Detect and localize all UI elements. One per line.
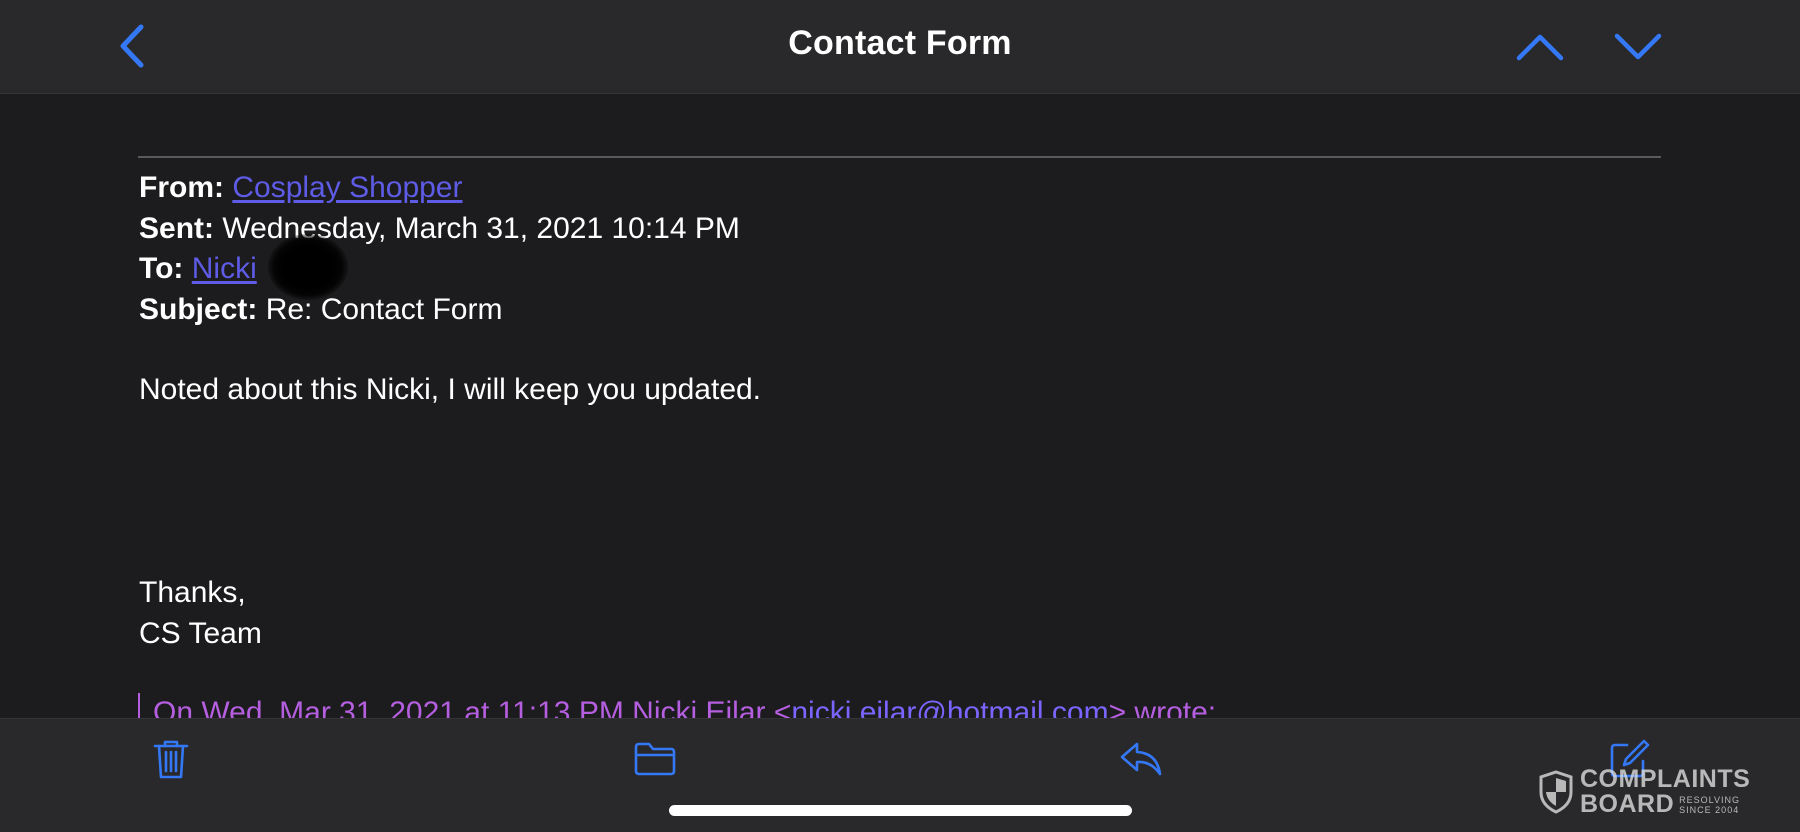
shield-icon: [1539, 770, 1573, 814]
previous-message-button[interactable]: [1512, 22, 1568, 72]
reply-button[interactable]: [1113, 731, 1169, 787]
from-line: From: Cosplay Shopper: [139, 168, 740, 209]
signature-name: CS Team: [139, 616, 262, 650]
home-indicator[interactable]: [669, 805, 1132, 816]
signature: Thanks, CS Team: [139, 573, 262, 654]
delete-button[interactable]: [143, 731, 199, 787]
move-to-folder-button[interactable]: [627, 731, 683, 787]
quoted-reply-header: On Wed, Mar 31, 2021 at 11:13 PM Nicki E…: [138, 693, 1216, 718]
watermark-tag2: SINCE 2004: [1679, 804, 1740, 815]
sent-label: Sent:: [139, 211, 214, 245]
complaints-board-watermark: COMPLAINTS BOARD RESOLVING SINCE 2004: [1538, 767, 1750, 817]
watermark-row2: BOARD RESOLVING SINCE 2004: [1580, 792, 1750, 817]
quote-prefix: On Wed, Mar 31, 2021 at 11:13 PM Nicki E…: [153, 696, 792, 718]
folder-icon: [634, 742, 676, 776]
from-sender-link[interactable]: Cosplay Shopper: [232, 171, 462, 204]
to-recipient-link[interactable]: Nicki: [192, 252, 257, 285]
navigation-bar: Contact Form: [0, 0, 1800, 94]
from-label: From:: [139, 171, 224, 204]
to-label: To:: [139, 252, 184, 285]
watermark-tag1: RESOLVING: [1679, 794, 1741, 805]
message-body[interactable]: From: Cosplay Shopper Sent: Wednesday, M…: [0, 94, 1800, 718]
redaction-blot: [268, 234, 348, 300]
signoff-line: Thanks,: [139, 576, 246, 609]
reply-icon: [1120, 742, 1162, 776]
quoted-email-link[interactable]: nicki.eilar@hotmail.com: [791, 696, 1108, 718]
email-headers: From: Cosplay Shopper Sent: Wednesday, M…: [139, 168, 740, 330]
header-divider: [138, 156, 1661, 158]
watermark-tagline: RESOLVING SINCE 2004: [1679, 795, 1740, 815]
quote-suffix: > wrote:: [1108, 696, 1217, 718]
subject-label: Subject:: [139, 292, 258, 326]
mail-message-screen: Contact Form From: Cosplay Shopper Sent:…: [0, 0, 1800, 832]
subject-line: Subject: Re: Contact Form: [139, 290, 740, 331]
to-line: To: Nicki: [139, 249, 740, 290]
next-message-button[interactable]: [1610, 22, 1666, 72]
watermark-text: COMPLAINTS BOARD RESOLVING SINCE 2004: [1580, 767, 1750, 817]
chevron-up-icon: [1516, 34, 1564, 61]
sent-line: Sent: Wednesday, March 31, 2021 10:14 PM: [139, 209, 740, 250]
bottom-toolbar: [0, 718, 1800, 832]
watermark-line1: COMPLAINTS: [1580, 765, 1751, 793]
chevron-down-icon: [1614, 33, 1662, 60]
watermark-line2: BOARD: [1580, 790, 1675, 818]
trash-icon: [153, 740, 189, 779]
message-text: Noted about this Nicki, I will keep you …: [139, 373, 762, 406]
